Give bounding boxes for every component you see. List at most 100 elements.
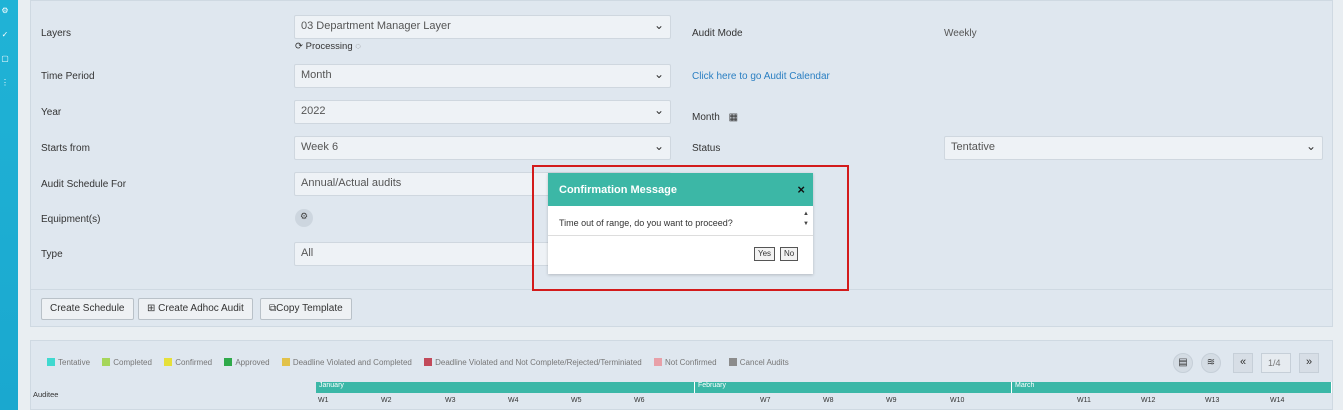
legend-item: Tentative [47,358,90,367]
type-label: Type [41,249,63,260]
layers-label: Layers [41,28,72,39]
legend-label: Confirmed [175,358,213,367]
dialog-separator [548,235,813,236]
spinner-icon: ◌ [355,41,361,52]
year-select[interactable]: 2022 ⌄ [294,100,671,124]
week-header: W8 [823,397,834,404]
legend-swatch [102,358,111,366]
legend-item: Confirmed [164,358,212,367]
week-header: W3 [445,397,456,404]
starts-from-value: Week 6 [301,141,339,153]
first-page-button[interactable]: « [1233,353,1253,373]
legend-label: Deadline Violated and Completed [292,358,412,367]
legend-item: Approved [224,358,270,367]
week-header: W2 [381,397,392,404]
legend: Tentative Completed Confirmed Approved D… [47,358,799,367]
legend-label: Tentative [58,358,91,367]
year-value: 2022 [301,105,326,117]
year-label: Year [41,107,62,118]
layers-select[interactable]: 03 Department Manager Layer ⌄ [294,15,671,39]
create-adhoc-audit-button[interactable]: ⊞ Create Adhoc Audit [138,298,253,320]
legend-label: Completed [113,358,152,367]
processing-text: Processing [305,41,353,52]
legend-label: Cancel Audits [739,358,789,367]
calendar-icon[interactable]: ▦ [729,112,738,123]
calendar-panel: Tentative Completed Confirmed Approved D… [30,340,1333,410]
legend-label: Not Confirmed [664,358,717,367]
audit-schedule-for-label: Audit Schedule For [41,179,127,190]
check-icon[interactable]: ✓ [0,30,10,39]
last-page-button[interactable]: » [1299,353,1319,373]
hierarchy-icon: ⊞ [147,303,156,314]
month-label-text: Month [692,112,720,123]
legend-swatch [424,358,433,366]
week-header: W1 [318,397,329,404]
list-icon[interactable]: ⋮ [0,78,10,87]
auditee-header: Auditee [33,390,59,399]
starts-from-label: Starts from [41,143,90,154]
time-period-value: Month [301,69,332,81]
week-header: W11 [1077,397,1091,404]
page-input[interactable]: 1/4 [1261,353,1291,373]
copy-template-label: Copy Template [276,303,343,314]
week-header: W4 [508,397,519,404]
layers-value: 03 Department Manager Layer [301,20,451,32]
week-header: W13 [1205,397,1220,404]
equipment-settings-icon[interactable]: ⚙ [295,209,313,227]
week-header: W12 [1141,397,1156,404]
time-period-label: Time Period [41,71,95,82]
left-sidebar: ⚙ ✓ ▢ ⋮ [0,0,18,410]
week-header: W5 [571,397,582,404]
week-header: W9 [886,397,897,404]
confirmation-dialog: Confirmation Message × Time out of range… [548,173,813,274]
legend-swatch [281,358,290,366]
legend-swatch [47,358,55,366]
dialog-message: Time out of range, do you want to procee… [559,218,733,228]
audit-mode-value: Weekly [944,28,977,39]
starts-from-select[interactable]: Week 6 ⌄ [294,136,671,160]
week-header: W6 [634,397,645,404]
copy-template-button[interactable]: ⧉Copy Template [260,298,352,320]
week-header: W10 [950,397,965,404]
legend-label: Approved [235,358,270,367]
status-label: Status [692,143,721,154]
document-icon[interactable]: ▤ [1173,353,1193,373]
legend-label: Deadline Violated and Not Complete/Rejec… [435,358,642,367]
square-icon[interactable]: ▢ [0,54,10,63]
legend-swatch [224,358,233,366]
create-adhoc-audit-label: Create Adhoc Audit [158,303,244,314]
yes-button[interactable]: Yes [754,247,776,261]
legend-swatch [164,358,173,366]
settings-icon[interactable]: ⚙ [0,6,10,15]
equipment-label: Equipment(s) [41,214,101,225]
week-header: W7 [760,397,771,404]
legend-item: Completed [102,358,152,367]
audit-schedule-for-value: Annual/Actual audits [301,177,402,189]
create-schedule-button[interactable]: Create Schedule [41,298,134,320]
month-header-march: March [1012,382,1332,393]
audit-calendar-link[interactable]: Click here to go Audit Calendar [692,71,830,82]
chevron-down-icon: ⌄ [1305,139,1316,153]
no-button[interactable]: No [780,247,799,261]
week-header: W14 [1270,397,1285,404]
month-header-january: January [316,382,695,393]
chevron-down-icon: ⌄ [653,67,664,81]
dialog-header: Confirmation Message × [548,173,813,206]
audit-mode-label: Audit Mode [692,28,743,39]
chevron-down-icon: ⌄ [653,18,664,32]
processing-status: ⟳ Processing ◌ [295,41,361,52]
legend-item: Deadline Violated and Completed [281,358,412,367]
layers-icon[interactable]: ≋ [1201,353,1221,373]
month-header-february: February [695,382,1012,393]
legend-swatch [728,358,737,366]
legend-item: Deadline Violated and Not Complete/Rejec… [424,358,642,367]
legend-item: Cancel Audits [728,358,789,367]
close-icon[interactable]: × [797,182,805,197]
status-value: Tentative [951,141,996,153]
chevron-down-icon: ⌄ [653,103,664,117]
time-period-select[interactable]: Month ⌄ [294,64,671,88]
dialog-scrollbar[interactable]: ▲ ▼ [801,209,811,229]
status-select[interactable]: Tentative ⌄ [944,136,1323,160]
legend-item: Not Confirmed [653,358,717,367]
refresh-icon: ⟳ [295,41,303,52]
